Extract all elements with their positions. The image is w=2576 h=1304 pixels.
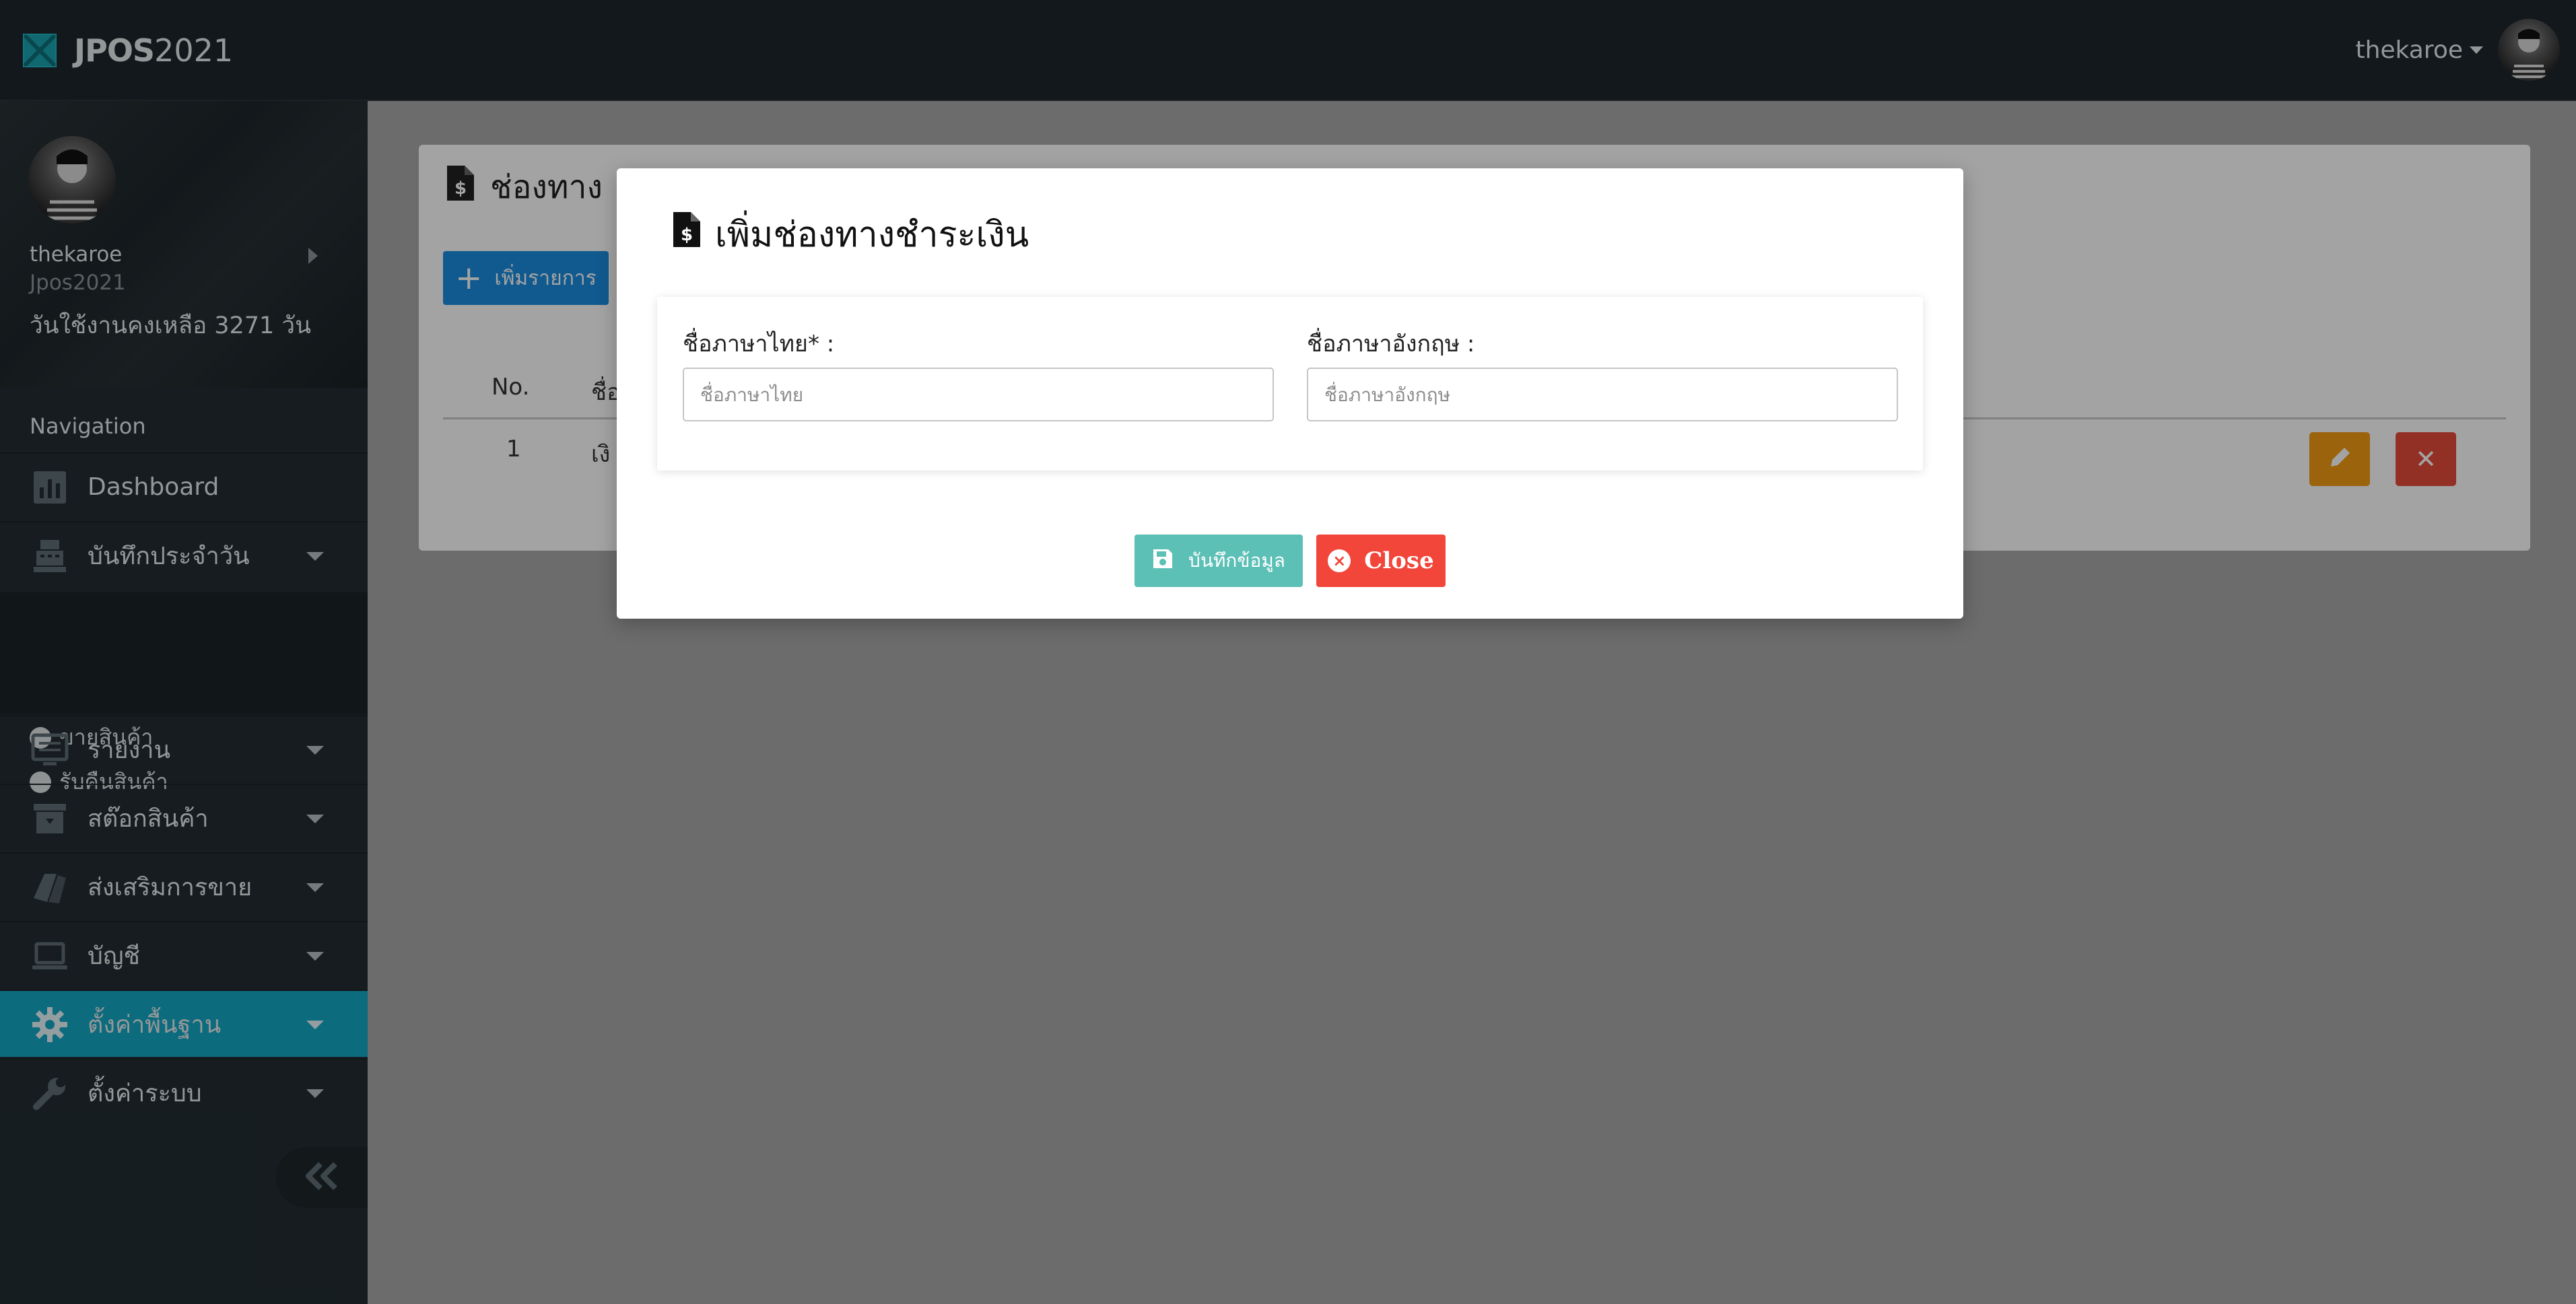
thai-name-label: ชื่อภาษาไทย* :: [683, 331, 835, 357]
floppy-disk-icon: [1152, 548, 1174, 574]
save-button[interactable]: บันทึกข้อมูล: [1134, 535, 1303, 587]
english-name-label: ชื่อภาษาอังกฤษ :: [1307, 331, 1475, 357]
english-name-input[interactable]: [1307, 368, 1898, 421]
modal-title-text: เพิ่มช่องทางชำระเงิน: [715, 215, 1029, 255]
save-button-label: บันทึกข้อมูล: [1188, 549, 1285, 572]
modal-title: $ เพิ่มช่องทางชำระเงิน: [673, 206, 1029, 262]
modal-form-card: ชื่อภาษาไทย* : ชื่อภาษาอังกฤษ :: [657, 297, 1923, 471]
close-button[interactable]: × Close: [1316, 535, 1446, 587]
times-circle-icon: ×: [1328, 549, 1351, 572]
file-invoice-dollar-icon: $: [673, 212, 700, 256]
svg-text:$: $: [681, 225, 693, 245]
thai-name-input[interactable]: [683, 368, 1274, 421]
close-button-label: Close: [1364, 547, 1434, 574]
add-payment-channel-modal: $ เพิ่มช่องทางชำระเงิน ชื่อภาษาไทย* : ชื…: [617, 168, 1963, 619]
